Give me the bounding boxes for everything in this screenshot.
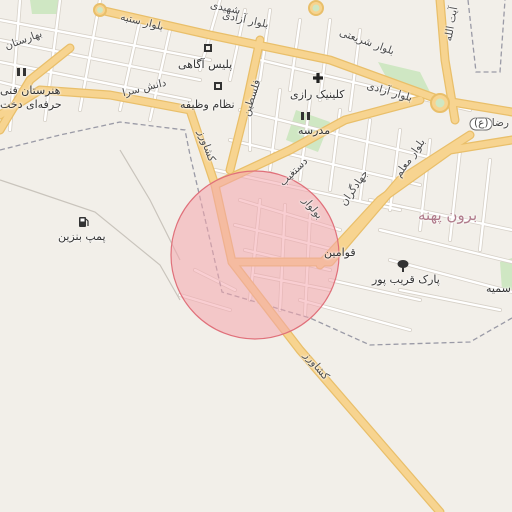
label-honarestan-2: حرفه‌ای دخت <box>0 98 62 111</box>
label-police-agahi: پلیس آگاهی <box>178 58 233 71</box>
label-boulevard-short: بولوار <box>300 195 325 222</box>
police-icon[interactable] <box>204 44 212 52</box>
roundabout-azadi-east-inner <box>435 98 445 108</box>
label-ayatollah: آیت الله <box>434 6 469 42</box>
label-reza-road: رضا (ع) <box>474 117 509 129</box>
roundabout-west-inner <box>97 7 103 13</box>
roundabout-north-inner <box>312 4 320 12</box>
label-district: برون پهنه <box>418 206 478 224</box>
label-honarestan-1: هنرستان فنی <box>0 84 61 97</box>
label-shahidi: شهیدی <box>209 0 241 17</box>
label-keshavarz-1: کشاورز <box>190 129 223 164</box>
label-pump: پمپ بنزین <box>58 230 106 243</box>
label-baharestan: بهارستان <box>3 28 44 53</box>
label-smie: سمیه <box>486 282 511 295</box>
label-dastgheib: دستغیب <box>276 155 311 188</box>
label-palestine: فلسطین <box>233 78 271 118</box>
label-boulevard-sarbaz: بلوار ستبه <box>119 11 165 33</box>
map-canvas[interactable] <box>0 0 512 512</box>
label-nezam-vazife: نظام وظیفه <box>180 98 235 111</box>
label-madrese: مدرسه <box>298 124 331 137</box>
label-clinic-razi: کلینیک رازی <box>290 88 345 101</box>
highlight-area[interactable] <box>170 170 340 340</box>
label-daneshsara: دانش سرا <box>121 77 167 99</box>
label-keshavarz-2: کشاورز <box>300 350 333 383</box>
label-boulevard-shariati: بلوار شریعتی <box>338 27 396 58</box>
label-park-gharib: پارک قریب پور <box>372 273 440 286</box>
label-jahadgaran: جهادگران <box>334 168 375 208</box>
label-boulevard-azadi-2: بلوار آزادی <box>365 80 413 104</box>
label-bolvar-moalem: بلوار معلم <box>388 136 432 179</box>
label-qavamin: قوامین <box>324 246 356 259</box>
police-icon[interactable] <box>214 82 222 90</box>
label-boulevard-azadi-1: بلوار آزادی <box>221 9 269 30</box>
